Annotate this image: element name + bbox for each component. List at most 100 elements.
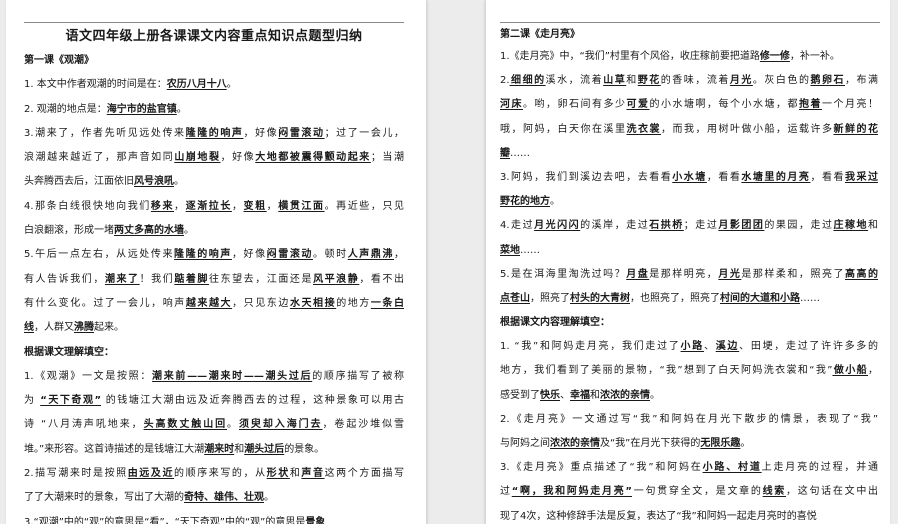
text-segment: 有什么变化。过了一会儿，响声 (24, 297, 186, 309)
text-segment: 的果园，走过 (764, 220, 834, 232)
underlined-answer: 我采过 (845, 171, 878, 183)
text-segment: 、 (703, 341, 716, 353)
text-segment: 为 (24, 395, 41, 407)
underlined-answer: 水天相接 (289, 297, 337, 309)
underlined-answer: 月影团团 (718, 220, 765, 232)
underlined-answer: 两丈多高的水墙 (114, 225, 184, 237)
text-line: 点苍山，照亮了村头的大青树，也照亮了，照亮了村间的大道和小路…… (500, 287, 878, 311)
document-page-left: 语文四年级上册各课课文内容重点知识点题型归纳 第一课《观潮》 1. 本文中作者观潮… (6, 0, 426, 524)
text-line: 3.潮来了，作者先听见远处传来隆隆的响声，好像闷雷滚动；过了一会儿， (24, 122, 404, 146)
text-segment: 4.走过 (500, 220, 535, 232)
underlined-answer: 须臾却入海门去 (238, 419, 323, 431)
text-segment: 的地方 (336, 297, 371, 309)
text-line: 2.细细的溪水，流着山草和野花的香味，流着月光。灰白色的鹅卵石，布满 (500, 69, 878, 93)
text-line: 有人告诉我们，潮来了！我们踮着脚往东望去，江面还是风平浪静，看不出 (24, 268, 404, 292)
paragraph-block-left: 第一课《观潮》 1. 本文中作者观潮的时间是在：农历八月十八。 2. 观潮的地点是：… (24, 49, 404, 524)
text-segment: 2. (500, 75, 510, 87)
text-line: 为 “天下奇观” 的钱塘江大潮由远及近奔腾西去的过程，这种景象可以用古 (24, 389, 404, 413)
text-segment: 1. “我”和阿妈走月亮，我们走过了 (500, 341, 681, 353)
underlined-answer: 沸腾 (74, 322, 94, 334)
text-segment: ， (266, 200, 279, 212)
text-segment: ，好像 (220, 152, 256, 164)
underlined-answer: 潮头过后 (244, 443, 285, 455)
text-line: 有什么变化。过了一会儿，响声越来越大，只见东边水天相接的地方一条白 (24, 292, 404, 316)
underlined-answer: 河床 (500, 99, 523, 111)
underlined-answer: 野花的地方 (500, 196, 550, 208)
underlined-answer: 大地都被震得颤动起来 (255, 152, 371, 164)
page-gutter (433, 0, 479, 524)
underlined-answer: 修一修 (759, 51, 790, 62)
text-segment: 。 (740, 438, 751, 449)
section-heading: 第一课《观潮》 (24, 49, 404, 73)
text-segment: ，看看 (810, 171, 845, 183)
underlined-answer: 小路、村道 (702, 462, 762, 474)
text-segment: 。 (264, 492, 274, 504)
underlined-answer: 可爱 (626, 99, 650, 111)
underlined-answer: 闷雷滚动 (266, 249, 313, 261)
underlined-answer: 月光 (718, 268, 742, 280)
text-line: 瓣…… (500, 142, 878, 166)
underlined-answer: 溪边 (715, 341, 740, 353)
text-segment: ，补一补。 (789, 51, 840, 62)
underlined-answer: 形状 (266, 468, 290, 480)
underlined-answer: 声音 (301, 468, 325, 480)
text-segment: 。 (227, 419, 239, 431)
text-line: 与阿妈之间浓浓的亲情及“我”在月光下获得的无限乐趣。 (500, 432, 878, 456)
text-segment: 3.阿妈，我们到溪边去吧，去看看 (500, 171, 673, 183)
text-segment: 。 (650, 389, 660, 401)
underlined-answer: 踮着脚 (174, 273, 209, 285)
text-segment: 溪水，流着 (545, 75, 604, 87)
text-line: 2.《走月亮》一文通过写“我”和阿妈在月光下散步的情景，表现了“我” (500, 408, 878, 432)
document-title: 语文四年级上册各课课文内容重点知识点题型归纳 (65, 29, 363, 44)
text-line: 4.走过月光闪闪的溪岸，走过石拱桥；走过月影团团的果园，走过庄稼地和 (500, 214, 878, 238)
text-segment: ，卷起沙堆似雪 (322, 419, 404, 431)
text-segment: 。 (226, 79, 237, 91)
underlined-answer: 潮来了 (104, 273, 140, 285)
text-segment: 的景象。 (284, 443, 325, 455)
text-segment: 1.《观潮》一文是按照： (24, 370, 153, 382)
underlined-answer: 鹅卵石 (810, 75, 846, 87)
text-segment: ， (231, 200, 244, 212)
text-segment: 头奔腾西去后，江面依旧 (24, 176, 134, 188)
underlined-answer: 线索 (762, 486, 787, 498)
text-segment: 是那样明亮， (649, 268, 719, 280)
text-segment: 白浪翻滚，形成一堵 (24, 225, 114, 237)
underlined-answer: 风平浪静 (313, 273, 360, 285)
text-line: 1. 本文中作者观潮的时间是在：农历八月十八。 (24, 73, 404, 97)
text-segment: 第二课《走月亮》 (500, 29, 580, 40)
underlined-answer: 瓣 (500, 147, 510, 159)
text-segment: 和 (590, 389, 600, 401)
underlined-answer: 小路 (680, 341, 704, 353)
text-line: 哦，阿妈，白天你在溪里洗衣裳，而我，用树叶做小船，运载许多新鲜的花 (500, 118, 878, 142)
text-segment: 、 (560, 389, 570, 401)
section-heading: 根据课文理解填空： (24, 341, 404, 365)
underlined-answer: 变粗 (243, 200, 267, 212)
text-segment: 及“我”在月光下获得的 (600, 438, 701, 449)
text-segment: ，而我，用树叶做小船，运载许多 (661, 123, 834, 135)
text-segment: ，只见东边 (232, 297, 290, 309)
underlined-answer: 闷雷滚动 (278, 127, 325, 139)
text-line: 1.《观潮》一文是按照：潮来前——潮来时——潮头过后的顺序描写了被称 (24, 365, 404, 389)
underlined-answer: 线 (24, 322, 34, 334)
underlined-answer: 人声鼎沸 (347, 249, 395, 261)
underlined-answer: 月盘 (626, 268, 650, 280)
text-line: 浪潮越来越近了，那声音如同山崩地裂，好像大地都被震得颤动起来；当潮 (24, 146, 404, 170)
underlined-answer: 隆隆的响声 (174, 249, 232, 261)
paragraph-block-right: 第二课《走月亮》 1.《走月亮》中，“我们”村里有个风俗，收庄稼前要把道路修一修，… (500, 25, 878, 524)
text-segment: 。灰白色的 (752, 75, 811, 87)
text-line: 过“啊，我和阿妈走月亮”一句贯穿全文，是文章的线索，这句话在文中出 (500, 480, 878, 504)
text-segment: ；当潮 (370, 152, 404, 164)
text-line: 现了4次，这种修辞手法是反复，表达了“我”和阿妈一起走月亮时的喜悦 (500, 505, 878, 524)
text-segment: ， (868, 365, 878, 377)
underlined-answer: 一条白 (370, 297, 404, 309)
underlined-answer: 头高数丈触山回 (143, 419, 228, 431)
text-segment: 。 (550, 196, 560, 208)
text-line: 感受到了快乐、幸福和浓浓的亲情。 (500, 384, 878, 408)
text-segment: ，人群又 (34, 322, 74, 334)
text-segment: ，也照亮了，照亮了 (630, 292, 720, 304)
text-segment: ， (174, 200, 186, 212)
underlined-answer: 景象 (305, 516, 326, 524)
underlined-answer: 横贯江面 (278, 200, 325, 212)
underlined-answer: 做小船 (832, 365, 868, 377)
underlined-answer: 浓浓的亲情 (550, 438, 600, 449)
